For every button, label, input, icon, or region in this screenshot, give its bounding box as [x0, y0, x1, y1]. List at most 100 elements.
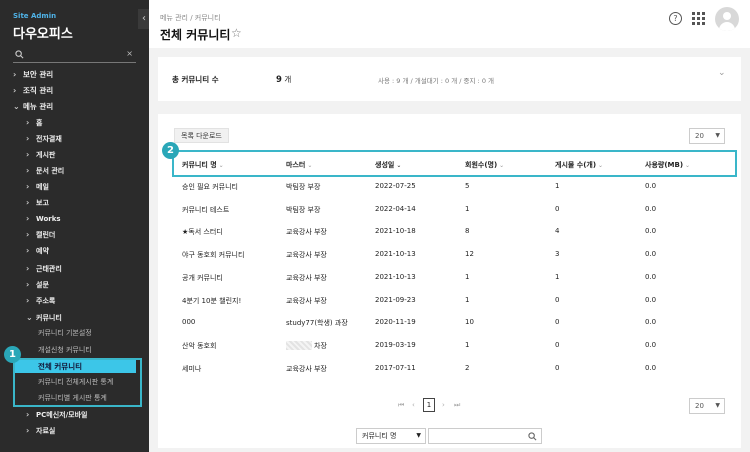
chevron-right-icon: ›	[26, 150, 30, 159]
search-field-select[interactable]: 커뮤니티 명 ▼	[356, 428, 426, 444]
chevron-right-icon: ›	[26, 426, 30, 435]
header-post-count[interactable]: 게시물 수(개) ⌄	[555, 160, 603, 170]
search-icon[interactable]	[528, 432, 537, 441]
cell-usage: 0.0	[645, 340, 657, 349]
sidebar-item-archive[interactable]: › 자료실	[26, 423, 55, 438]
sidebar-item-reservation[interactable]: › 예약	[26, 243, 49, 258]
cell-usage: 0.0	[645, 272, 657, 281]
page-header: 메뉴 관리 / 커뮤니티 전체 커뮤니티 ☆ ?	[149, 0, 750, 48]
step-badge-2: 2	[162, 142, 179, 159]
app-grid-icon[interactable]	[692, 12, 705, 25]
cell-master: 차장	[286, 341, 327, 351]
brand-title[interactable]: 다우오피스	[13, 23, 73, 42]
sidebar-item-home[interactable]: › 홈	[26, 115, 42, 130]
last-page-icon[interactable]: ⏭	[454, 398, 460, 412]
avatar[interactable]	[715, 7, 739, 31]
sidebar-item-board[interactable]: › 게시판	[26, 147, 55, 162]
sidebar-item-label: 예약	[36, 247, 49, 255]
header-master[interactable]: 마스터 ⌄	[286, 160, 312, 170]
sidebar-item-menu[interactable]: ⌄ 메뉴 관리	[13, 99, 53, 114]
sidebar-item-label: 보고	[36, 199, 49, 207]
clear-search-icon[interactable]: ×	[126, 49, 133, 58]
header-label: 커뮤니티 명	[182, 161, 217, 169]
cell-community-name[interactable]: 커뮤니티 테스트	[182, 205, 229, 215]
cell-usage: 0.0	[645, 363, 657, 372]
help-icon[interactable]: ?	[669, 12, 682, 25]
favorite-star-icon[interactable]: ☆	[231, 26, 242, 40]
summary-count-unit: 개	[284, 75, 292, 84]
sidebar-item-organization[interactable]: › 조직 관리	[13, 83, 53, 98]
summary-status: 사용 : 9 개 / 개설대기 : 0 개 / 중지 : 0 개	[378, 77, 494, 85]
header-usage[interactable]: 사용량(MB) ⌄	[645, 160, 690, 170]
current-page[interactable]: 1	[423, 398, 435, 412]
brand-subtitle: Site Admin	[13, 12, 57, 20]
sidebar-search-input[interactable]	[29, 49, 119, 61]
sidebar-item-label: 근태관리	[36, 265, 62, 273]
sidebar-item-security[interactable]: › 보안 관리	[13, 67, 53, 82]
sidebar-item-messenger-mobile[interactable]: › PC메신저/모바일	[26, 407, 87, 422]
chevron-down-icon[interactable]: ⌄	[718, 68, 726, 78]
cell-community-name[interactable]: 4분기 10분 챌린지!	[182, 296, 241, 306]
sidebar-item-mail[interactable]: › 메일	[26, 179, 49, 194]
cell-community-name[interactable]: 야구 동호회 커뮤니티	[182, 250, 244, 260]
sidebar-item-works[interactable]: › Works	[26, 211, 61, 226]
page-size-select[interactable]: 20 ▼	[689, 128, 725, 144]
cell-created-date: 2017-07-11	[375, 363, 416, 372]
highlight-box-community-menu	[13, 358, 142, 407]
cell-usage: 0.0	[645, 250, 657, 259]
first-page-icon[interactable]: ⏮	[398, 398, 404, 412]
cell-created-date: 2021-10-13	[375, 250, 416, 259]
chevron-right-icon: ›	[13, 86, 17, 95]
sidebar-item-contacts[interactable]: › 주소록	[26, 293, 55, 308]
cell-community-name[interactable]: 세미나	[182, 364, 201, 374]
chevron-down-icon: ▼	[416, 432, 421, 439]
search-icon	[15, 50, 24, 59]
sidebar-item-approval[interactable]: › 전자결재	[26, 131, 62, 146]
sort-chevron-icon: ⌄	[499, 162, 505, 169]
sidebar-item-survey[interactable]: › 설문	[26, 277, 49, 292]
sidebar-item-label: 메일	[36, 183, 49, 191]
download-list-button[interactable]: 목록 다운로드	[174, 128, 229, 143]
sidebar-item-label: 전자결재	[36, 135, 62, 143]
sidebar-item-label: 설문	[36, 281, 49, 289]
search-input[interactable]	[428, 428, 542, 444]
cell-master: 교육강사 부장	[286, 273, 327, 282]
sidebar-item-label: 홈	[36, 119, 43, 127]
sidebar-item-community-settings[interactable]: 커뮤니티 기본설정	[38, 326, 92, 341]
cell-community-name[interactable]: 000	[182, 318, 195, 326]
cell-community-name[interactable]: ★독서 스터디	[182, 227, 223, 237]
cell-post-count: 0	[555, 340, 560, 349]
cell-post-count: 1	[555, 182, 560, 190]
page-size-select-bottom[interactable]: 20 ▼	[689, 398, 725, 414]
cell-community-name[interactable]: 공개 커뮤니티	[182, 273, 223, 283]
header-created-date[interactable]: 생성일 ⌄	[375, 160, 401, 170]
sidebar-item-documents[interactable]: › 문서 관리	[26, 163, 64, 178]
header-member-count[interactable]: 회원수(명) ⌄	[465, 160, 504, 170]
prev-page-icon[interactable]: ‹	[412, 398, 415, 412]
sidebar-item-label: 주소록	[36, 297, 56, 305]
search-field-value: 커뮤니티 명	[362, 432, 397, 440]
cell-member-count: 1	[465, 295, 470, 304]
sidebar-item-report[interactable]: › 보고	[26, 195, 49, 210]
community-list-panel: 목록 다운로드 20 ▼ 2 커뮤니티 명 ⌄ 마스터 ⌄ 생성일 ⌄ 회원수(명) ⌄ 게시물 …	[158, 114, 741, 448]
sort-chevron-icon: ⌄	[218, 162, 224, 169]
sidebar-item-community-requests[interactable]: 개설신청 커뮤니티	[38, 343, 92, 358]
cell-post-count: 0	[555, 363, 560, 372]
sidebar-item-attendance[interactable]: › 근태관리	[26, 261, 62, 276]
cell-created-date: 2022-04-14	[375, 204, 416, 213]
chevron-down-icon: ▼	[715, 132, 720, 139]
chevron-right-icon: ›	[26, 214, 30, 223]
cell-community-name[interactable]: 산악 동호회	[182, 341, 216, 351]
next-page-icon[interactable]: ›	[442, 398, 445, 412]
breadcrumb: 메뉴 관리 / 커뮤니티	[160, 14, 221, 22]
cell-master: study77(학생) 과장	[286, 319, 348, 328]
chevron-right-icon: ›	[26, 182, 30, 191]
header-community-name[interactable]: 커뮤니티 명 ⌄	[182, 160, 224, 170]
cell-master: 교육강사 부장	[286, 228, 327, 237]
sidebar-item-community[interactable]: ⌄ 커뮤니티	[26, 310, 62, 325]
header-label: 사용량(MB)	[645, 161, 684, 169]
sidebar-item-calendar[interactable]: › 캘린더	[26, 227, 55, 242]
cell-community-name[interactable]: 승인 필요 커뮤니티	[182, 182, 238, 192]
page-size-value: 20	[695, 402, 704, 410]
sidebar-item-label: 보안 관리	[23, 70, 54, 79]
